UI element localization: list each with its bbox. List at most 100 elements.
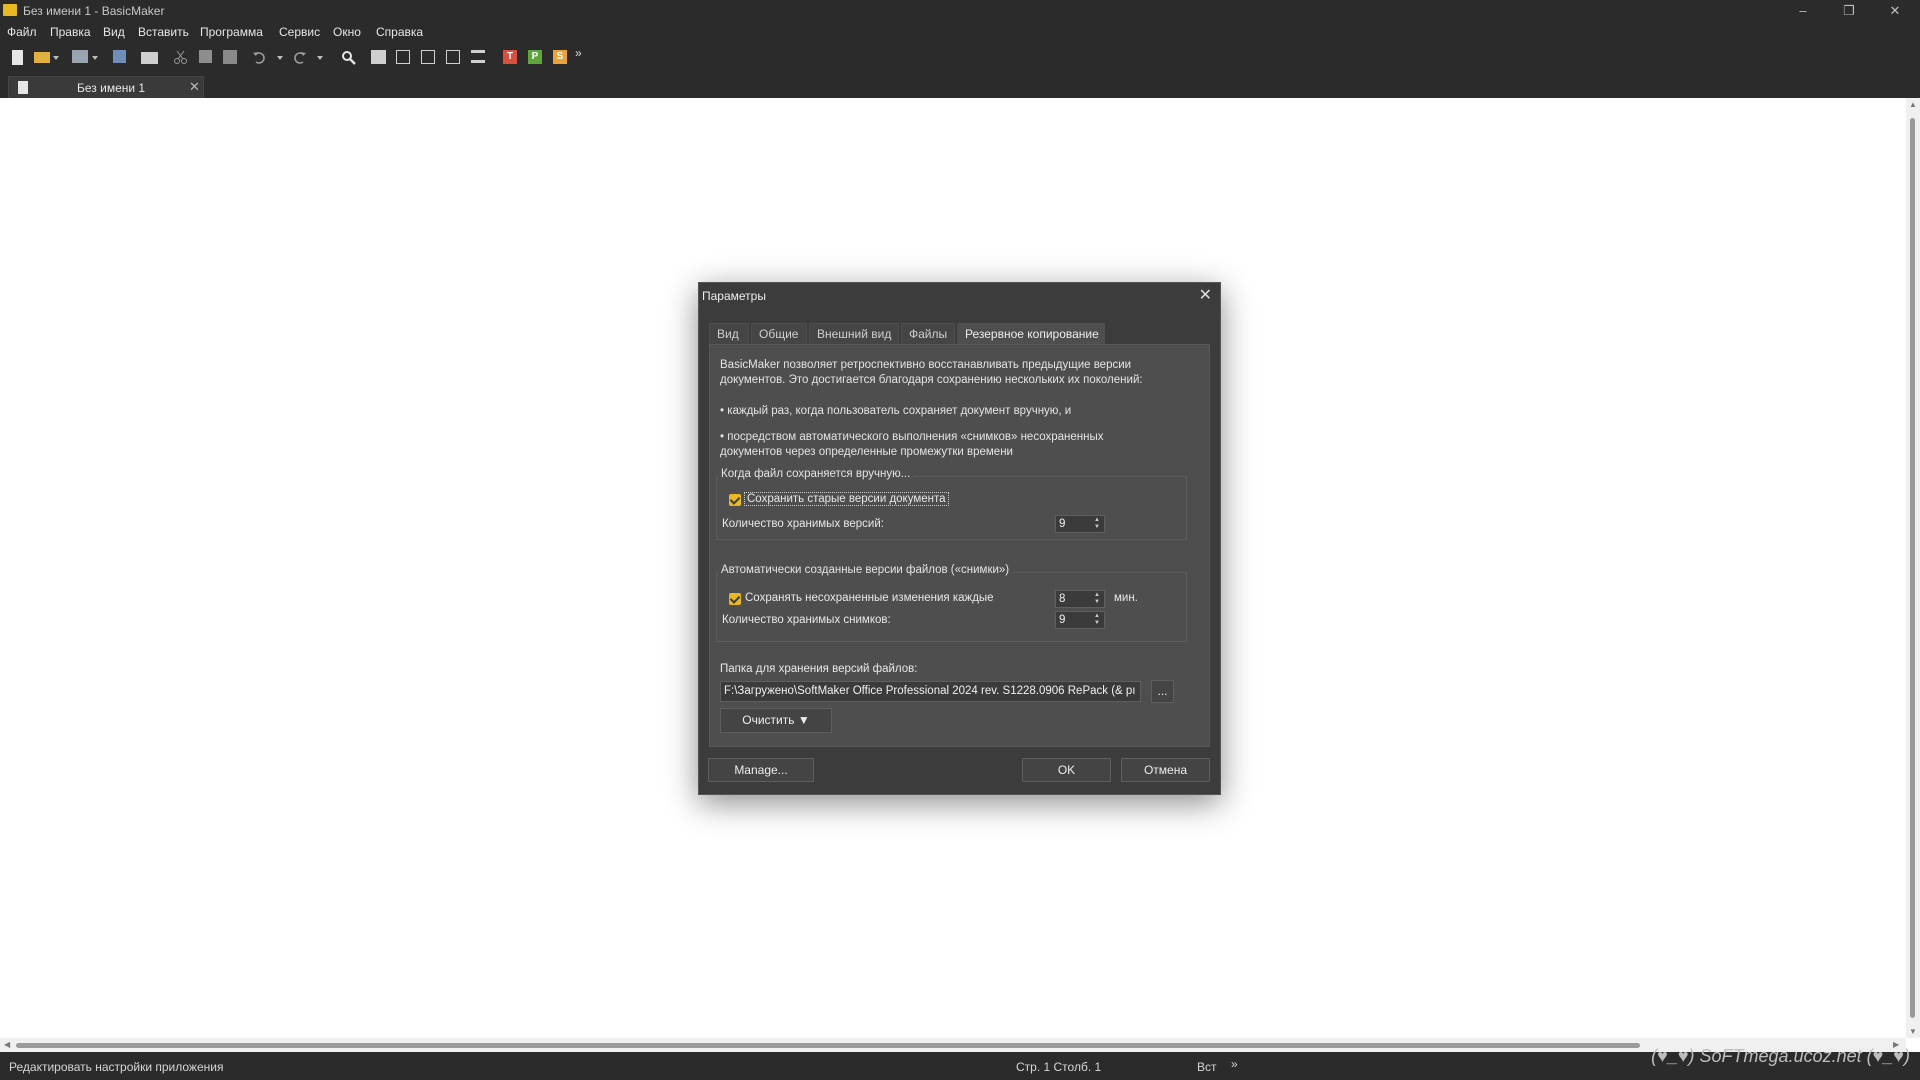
undo-dropdown-icon[interactable] — [277, 56, 283, 60]
document-tab-label: Без имени 1 — [77, 81, 146, 95]
manual-save-group-label: Когда файл сохраняется вручную... — [718, 468, 914, 480]
copy-icon[interactable] — [199, 50, 212, 63]
snapshots-group — [716, 572, 1187, 642]
snapshot-interval-stepper[interactable]: 8 ▲ ▼ — [1055, 590, 1105, 608]
restore-button[interactable]: ❐ — [1826, 0, 1872, 22]
menu-insert[interactable]: Вставить — [138, 25, 189, 39]
versions-count-stepper[interactable]: 9 ▲ ▼ — [1055, 515, 1105, 533]
bullet-manual-save: • каждый раз, когда пользователь сохраня… — [720, 405, 1072, 417]
step-over-icon[interactable] — [446, 50, 460, 64]
spin-arrows-icon[interactable]: ▲ ▼ — [1092, 592, 1102, 606]
dialog-editor-icon[interactable] — [396, 50, 410, 64]
snapshots-count-label: Количество хранимых снимков: — [722, 614, 891, 626]
minimize-button[interactable]: – — [1780, 0, 1826, 22]
bullet-snapshots-line-2: документов через определенные промежутки… — [720, 446, 1013, 458]
open-folder-icon[interactable] — [34, 52, 50, 63]
cancel-button[interactable]: Отмена — [1121, 758, 1210, 782]
vertical-scroll-thumb[interactable] — [1910, 118, 1915, 1018]
tab-view[interactable]: Вид — [709, 323, 749, 344]
status-insert-mode[interactable]: Вст — [1197, 1060, 1217, 1074]
title-bar: Без имени 1 - BasicMaker – ❐ ✕ — [0, 0, 1920, 22]
scroll-up-arrow-icon[interactable]: ▲ — [1909, 100, 1917, 109]
vertical-scrollbar[interactable]: ▲ ▼ — [1906, 98, 1920, 1038]
spin-arrows-icon[interactable]: ▲ ▼ — [1092, 613, 1102, 627]
menu-file[interactable]: Файл — [7, 25, 37, 39]
status-bar: Редактировать настройки приложения Стр. … — [0, 1052, 1920, 1080]
save-all-icon[interactable] — [72, 50, 88, 63]
document-tab[interactable]: Без имени 1 ✕ — [8, 76, 204, 98]
document-icon — [18, 81, 28, 94]
dialog-title: Параметры — [702, 289, 766, 303]
snapshots-group-label: Автоматически созданные версии файлов («… — [718, 564, 1013, 576]
menu-edit[interactable]: Правка — [50, 25, 91, 39]
planmaker-icon[interactable]: P — [528, 50, 542, 64]
toolbar: T P S » — [0, 42, 1920, 73]
backup-panel: BasicMaker позволяет ретроспективно восс… — [709, 344, 1210, 747]
window-title: Без имени 1 - BasicMaker — [23, 4, 165, 18]
close-window-button[interactable]: ✕ — [1872, 0, 1918, 22]
save-icon[interactable] — [113, 50, 126, 63]
scroll-left-arrow-icon[interactable]: ◀ — [4, 1040, 10, 1049]
print-icon[interactable] — [141, 52, 158, 64]
intro-line-1: BasicMaker позволяет ретроспективно восс… — [720, 359, 1132, 371]
menu-bar: Файл Правка Вид Вставить Программа Серви… — [0, 22, 1920, 42]
presentations-icon[interactable]: S — [553, 50, 567, 64]
redo-dropdown-icon[interactable] — [317, 56, 323, 60]
intro-line-2: документов. Это достигается благодаря со… — [720, 374, 1143, 386]
folder-label: Папка для хранения версий файлов: — [720, 663, 918, 675]
keep-old-versions-label[interactable]: Сохранить старые версии документа — [744, 492, 949, 506]
redo-icon[interactable] — [292, 50, 307, 65]
browse-folder-button[interactable]: ... — [1151, 680, 1174, 703]
open-dropdown-icon[interactable] — [53, 56, 59, 60]
autosave-snapshots-label[interactable]: Сохранять несохраненные изменения каждые — [745, 592, 994, 604]
menu-help[interactable]: Справка — [376, 25, 423, 39]
breakpoint-icon[interactable] — [471, 50, 485, 63]
menu-view[interactable]: Вид — [103, 25, 125, 39]
snapshot-interval-value: 8 — [1059, 593, 1066, 605]
save-all-dropdown-icon[interactable] — [92, 56, 98, 60]
undo-icon[interactable] — [252, 50, 267, 65]
clear-button[interactable]: Очистить ▼ — [720, 708, 832, 733]
scroll-down-arrow-icon[interactable]: ▼ — [1909, 1027, 1917, 1036]
versions-count-label: Количество хранимых версий: — [722, 518, 884, 530]
menu-tools[interactable]: Сервис — [279, 25, 320, 39]
menu-window[interactable]: Окно — [333, 25, 361, 39]
snapshots-count-stepper[interactable]: 9 ▲ ▼ — [1055, 611, 1105, 629]
watermark: (♥_♥) SoFTmega.ucoz.net (♥_♥) — [1651, 1046, 1910, 1066]
tab-backup[interactable]: Резервное копирование — [957, 323, 1105, 344]
keep-old-versions-checkbox[interactable] — [729, 494, 741, 506]
new-document-icon[interactable] — [12, 50, 23, 65]
status-overflow-icon[interactable]: » — [1231, 1057, 1238, 1071]
folder-path-wrapper: F:\Загружено\SoftMaker Office Profession… — [720, 681, 1141, 702]
manage-button[interactable]: Manage... — [708, 758, 814, 782]
status-position: Стр. 1 Столб. 1 — [1016, 1060, 1102, 1074]
tab-general[interactable]: Общие — [751, 323, 807, 344]
app-folder-icon — [3, 4, 17, 16]
dialog-close-icon[interactable]: ✕ — [1199, 285, 1212, 305]
interval-unit-label: мин. — [1114, 592, 1138, 604]
ok-button[interactable]: OK — [1022, 758, 1111, 782]
run-macro-icon[interactable] — [371, 50, 386, 64]
toolbar-overflow-icon[interactable]: » — [575, 46, 585, 61]
options-dialog: Параметры ✕ Вид Общие Внешний вид Файлы … — [698, 282, 1221, 795]
search-icon[interactable] — [341, 50, 356, 65]
autosave-snapshots-checkbox[interactable] — [729, 593, 741, 605]
status-hint: Редактировать настройки приложения — [9, 1060, 224, 1074]
step-into-icon[interactable] — [421, 50, 435, 64]
folder-path-value: F:\Загружено\SoftMaker Office Profession… — [724, 685, 1136, 697]
snapshots-count-value: 9 — [1059, 614, 1066, 626]
paste-icon[interactable] — [223, 50, 237, 64]
horizontal-scrollbar[interactable]: ◀ ▶ — [0, 1038, 1906, 1052]
horizontal-scroll-thumb[interactable] — [16, 1043, 1640, 1048]
document-tab-bar: Без имени 1 ✕ — [0, 72, 1920, 98]
cut-icon[interactable] — [173, 50, 188, 65]
textmaker-icon[interactable]: T — [503, 50, 517, 64]
spin-arrows-icon[interactable]: ▲ ▼ — [1092, 517, 1102, 531]
folder-path-field[interactable]: F:\Загружено\SoftMaker Office Profession… — [720, 681, 1141, 702]
tab-appearance[interactable]: Внешний вид — [809, 323, 899, 344]
versions-count-value: 9 — [1059, 518, 1066, 530]
close-tab-icon[interactable]: ✕ — [189, 79, 200, 95]
tab-files[interactable]: Файлы — [901, 323, 955, 344]
menu-program[interactable]: Программа — [200, 25, 263, 39]
bullet-snapshots-line-1: • посредством автоматического выполнения… — [720, 431, 1104, 443]
